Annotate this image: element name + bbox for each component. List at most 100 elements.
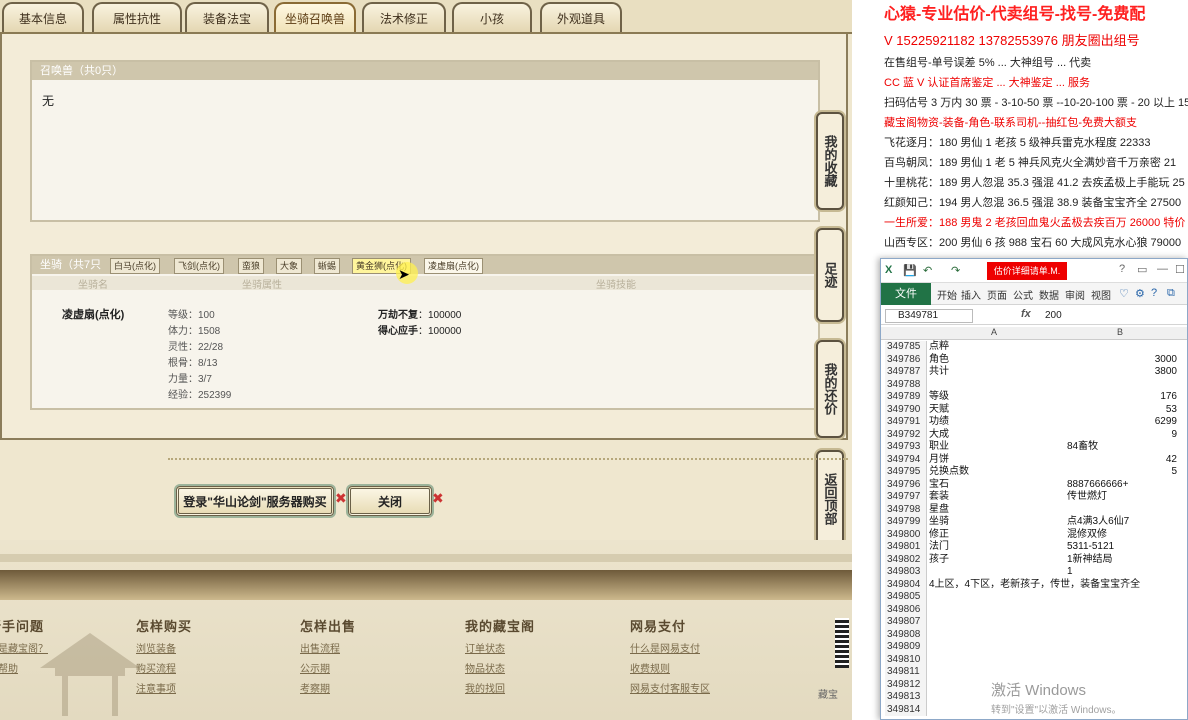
row-number[interactable]: 349802	[885, 553, 927, 566]
cell-a[interactable]: 大成	[929, 429, 949, 442]
cell-a[interactable]: 点粹	[929, 341, 949, 354]
cell-b[interactable]: 6299	[1155, 416, 1177, 429]
qr-code-icon[interactable]	[835, 618, 849, 668]
row-number[interactable]: 349792	[885, 428, 927, 441]
row-number[interactable]: 349807	[885, 616, 927, 629]
cell-b[interactable]: 混修双修	[1067, 529, 1107, 542]
cell-a[interactable]: 坐骑	[929, 516, 949, 529]
restore-icon[interactable]: ⧉	[1167, 287, 1175, 300]
column-header-a[interactable]: A	[991, 327, 997, 337]
ribbon-tab-layout[interactable]: 页面	[987, 287, 1007, 302]
row-number[interactable]: 349791	[885, 416, 927, 429]
row-number[interactable]: 349814	[885, 703, 927, 716]
cell-a[interactable]: 天赋	[929, 404, 949, 417]
cell-b[interactable]: 84畜牧	[1067, 441, 1098, 454]
cell-b[interactable]: 42	[1166, 454, 1177, 467]
help-icon[interactable]: ?	[1119, 263, 1125, 275]
ribbon-tab-view[interactable]: 视图	[1091, 287, 1111, 302]
cell-b[interactable]: 5311-5121	[1067, 541, 1114, 554]
ribbon-tab-home[interactable]: 开始	[937, 287, 957, 302]
tab-basic-info[interactable]: 基本信息	[2, 2, 84, 32]
name-box[interactable]: B349781	[885, 309, 973, 323]
footer-link-what-pay[interactable]: 什么是网易支付	[630, 640, 700, 655]
side-button-back-to-top[interactable]: 返回顶部	[816, 450, 844, 548]
cell-a[interactable]: 角色	[929, 354, 949, 367]
mount-tab-lizard[interactable]: 蜥蜴	[314, 258, 341, 274]
cell-a[interactable]: 职业	[929, 441, 949, 454]
ribbon-options-icon[interactable]: ▭	[1137, 263, 1147, 276]
sheet-row[interactable]: 349792 大成 9	[881, 428, 1187, 442]
mount-tab-void-fan[interactable]: 凌虚扇(点化)	[424, 258, 483, 274]
footer-link-what-is[interactable]: 是藏宝阁？	[0, 640, 48, 655]
sheet-row[interactable]: 349811	[881, 666, 1187, 679]
row-number[interactable]: 349799	[885, 516, 927, 529]
footer-link-fee-rules[interactable]: 收费规则	[630, 660, 670, 675]
cell-b[interactable]: 9	[1171, 429, 1177, 442]
cell-a[interactable]: 兑换点数	[929, 466, 969, 479]
minimize-icon[interactable]: —	[1157, 263, 1168, 275]
mount-tab-white-horse[interactable]: 白马(点化)	[110, 258, 160, 274]
sheet-row[interactable]: 349791 功绩 6299	[881, 416, 1187, 429]
side-button-favorites[interactable]: 我的收藏	[816, 112, 844, 210]
cell-a[interactable]: 月饼	[929, 454, 949, 467]
cell-b[interactable]: 176	[1160, 391, 1177, 404]
cell-b[interactable]: 5	[1171, 466, 1177, 479]
row-number[interactable]: 349813	[885, 691, 927, 704]
sheet-row[interactable]: 349794 月饼 42	[881, 453, 1187, 467]
footer-link-item-status[interactable]: 物品状态	[465, 660, 505, 675]
row-number[interactable]: 349790	[885, 403, 927, 416]
ribbon-tab-data[interactable]: 数据	[1039, 287, 1059, 302]
settings-icon[interactable]: ⚙	[1135, 287, 1145, 300]
row-number[interactable]: 349798	[885, 503, 927, 516]
row-number[interactable]: 349793	[885, 441, 927, 454]
tab-spell-correction[interactable]: 法术修正	[362, 2, 446, 32]
sheet-row[interactable]: 349806	[881, 603, 1187, 616]
row-number[interactable]: 349786	[885, 353, 927, 366]
row-number[interactable]: 349805	[885, 591, 927, 604]
footer-link-inspect-period[interactable]: 考察期	[300, 680, 330, 695]
row-number[interactable]: 349812	[885, 678, 927, 691]
sheet-row[interactable]: 349793 职业 84畜牧	[881, 441, 1187, 454]
cell-b[interactable]: 3000	[1155, 354, 1177, 367]
cell-a[interactable]: 套装	[929, 491, 949, 504]
undo-icon[interactable]: ↶	[923, 264, 932, 277]
sheet-row[interactable]: 349804 4上区，4下区，老新孩子，传世，装备宝宝齐全	[881, 578, 1187, 592]
row-number[interactable]: 349795	[885, 466, 927, 479]
sheet-row[interactable]: 349809	[881, 641, 1187, 654]
sheet-row[interactable]: 349798 星盘	[881, 503, 1187, 516]
tab-mount-pet[interactable]: 坐骑召唤兽	[274, 2, 356, 32]
row-number[interactable]: 349796	[885, 478, 927, 491]
formula-input[interactable]: 200	[1045, 310, 1062, 321]
sheet-row[interactable]: 349789 等级 176	[881, 391, 1187, 404]
save-icon[interactable]: 💾	[903, 264, 917, 277]
column-header-b[interactable]: B	[1117, 327, 1123, 337]
row-number[interactable]: 349811	[885, 666, 927, 679]
sheet-row[interactable]: 349807	[881, 616, 1187, 629]
footer-link-order-status[interactable]: 订单状态	[465, 640, 505, 655]
row-number[interactable]: 349785	[885, 341, 927, 354]
cell-b[interactable]: 传世燃灯	[1067, 491, 1107, 504]
tab-child[interactable]: 小孩	[452, 2, 532, 32]
cell-a[interactable]: 功绩	[929, 416, 949, 429]
heart-icon[interactable]: ♡	[1119, 287, 1129, 300]
footer-link-sell-flow[interactable]: 出售流程	[300, 640, 340, 655]
cell-a[interactable]: 修正	[929, 529, 949, 542]
cell-a[interactable]: 宝石	[929, 479, 949, 492]
cell-b[interactable]: 1新神结局	[1067, 554, 1113, 567]
sheet-row[interactable]: 349810	[881, 653, 1187, 666]
row-number[interactable]: 349800	[885, 528, 927, 541]
side-button-my-offers[interactable]: 我的还价	[816, 340, 844, 438]
mount-tab-wolf[interactable]: 蛮狼	[238, 258, 265, 274]
cell-a[interactable]: 4上区，4下区，老新孩子，传世，装备宝宝齐全	[929, 579, 1140, 592]
cell-b[interactable]: 点4满3人6仙7	[1067, 516, 1129, 529]
sheet-row[interactable]: 349799 坐骑 点4满3人6仙7	[881, 516, 1187, 529]
side-button-footprints[interactable]: 足迹	[816, 228, 844, 322]
row-number[interactable]: 349810	[885, 653, 927, 666]
cell-a[interactable]: 法门	[929, 541, 949, 554]
footer-link-notes[interactable]: 注意事项	[136, 680, 176, 695]
maximize-icon[interactable]: ☐	[1175, 263, 1185, 276]
redo-icon[interactable]: ↷	[951, 264, 960, 277]
row-number[interactable]: 349797	[885, 491, 927, 504]
tab-appearance[interactable]: 外观道具	[540, 2, 622, 32]
help-circle-icon[interactable]: ?	[1151, 287, 1157, 299]
